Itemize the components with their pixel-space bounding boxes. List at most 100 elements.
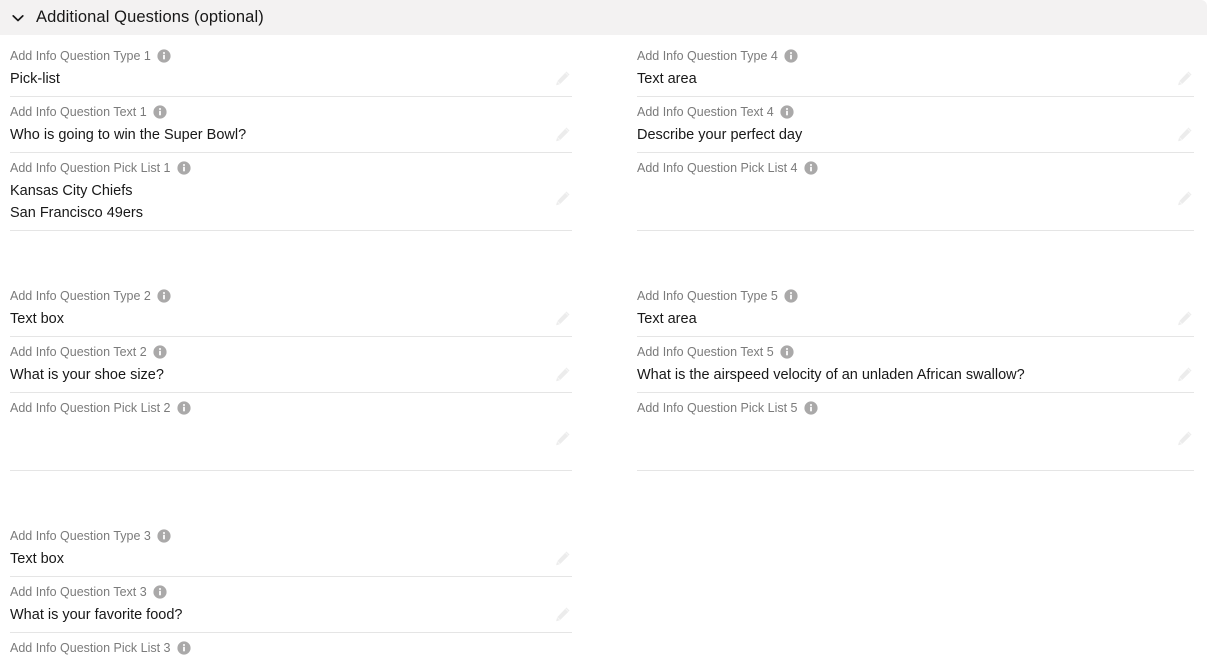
form-body: Add Info Question Type 1 Pick-list Add Inf… bbox=[0, 35, 1207, 670]
field-label-row: Add Info Question Pick List 5 bbox=[637, 400, 1194, 416]
field-row: Add Info Question Text 2 What is your sho… bbox=[10, 337, 572, 393]
field-label-row: Add Info Question Pick List 4 bbox=[637, 160, 1194, 176]
question-group: Add Info Question Type 1 Pick-list Add Inf… bbox=[10, 41, 572, 231]
field-label-row: Add Info Question Text 5 bbox=[637, 344, 1194, 360]
field-value-line: Pick-list bbox=[10, 71, 60, 87]
field-row: Add Info Question Pick List 4 bbox=[637, 153, 1194, 231]
field-value: What is your shoe size? bbox=[10, 364, 572, 386]
field-row: Add Info Question Type 5 Text area bbox=[637, 281, 1194, 337]
question-group: Add Info Question Type 5 Text area Add Inf… bbox=[637, 281, 1194, 471]
edit-pencil-button[interactable] bbox=[1174, 428, 1194, 448]
edit-pencil-button[interactable] bbox=[1174, 188, 1194, 208]
info-icon[interactable] bbox=[803, 401, 818, 415]
pencil-edit-icon bbox=[1175, 189, 1194, 208]
info-icon[interactable] bbox=[176, 401, 191, 415]
field-label-text: Add Info Question Text 2 bbox=[10, 345, 147, 359]
field-label-text: Add Info Question Type 1 bbox=[10, 49, 151, 63]
field-value-line: San Francisco 49ers bbox=[10, 205, 143, 221]
edit-pencil-button[interactable] bbox=[552, 604, 572, 624]
pencil-edit-icon bbox=[553, 125, 572, 144]
question-group: Add Info Question Type 2 Text box Add Info… bbox=[10, 281, 572, 471]
field-value-line: What is your shoe size? bbox=[10, 367, 164, 383]
field-value bbox=[10, 420, 572, 442]
field-value-line: What is the airspeed velocity of an unla… bbox=[637, 367, 1025, 383]
field-value-line: What is your favorite food? bbox=[10, 607, 183, 623]
edit-pencil-button[interactable] bbox=[552, 188, 572, 208]
info-icon[interactable] bbox=[157, 49, 171, 63]
field-label-text: Add Info Question Text 5 bbox=[637, 345, 774, 359]
pencil-edit-icon bbox=[1175, 69, 1194, 88]
field-label-row: Add Info Question Pick List 3 bbox=[10, 640, 572, 656]
edit-pencil-button[interactable] bbox=[552, 308, 572, 328]
field-label-row: Add Info Question Type 1 bbox=[10, 48, 572, 64]
pencil-edit-icon bbox=[553, 549, 572, 568]
field-row: Add Info Question Pick List 3 bbox=[10, 633, 572, 670]
field-label-text: Add Info Question Type 2 bbox=[10, 289, 151, 303]
edit-pencil-button[interactable] bbox=[1174, 364, 1194, 384]
info-icon[interactable] bbox=[780, 105, 794, 119]
field-value-line: Text box bbox=[10, 311, 64, 327]
additional-questions-page: Additional Questions (optional) Add Info… bbox=[0, 0, 1207, 670]
page-title: Additional Questions (optional) bbox=[36, 8, 264, 26]
field-label-text: Add Info Question Text 3 bbox=[10, 585, 147, 599]
pencil-edit-icon bbox=[553, 429, 572, 448]
field-label-row: Add Info Question Text 2 bbox=[10, 344, 572, 360]
info-icon[interactable] bbox=[176, 161, 191, 175]
field-row: Add Info Question Pick List 1 Kansas City… bbox=[10, 153, 572, 231]
edit-pencil-button[interactable] bbox=[552, 364, 572, 384]
field-value: Text area bbox=[637, 308, 1194, 330]
field-value bbox=[637, 180, 1194, 202]
field-value: Describe your perfect day bbox=[637, 124, 1194, 146]
info-icon[interactable] bbox=[157, 289, 171, 303]
chevron-down-icon[interactable] bbox=[10, 10, 26, 26]
pencil-edit-icon bbox=[1175, 429, 1194, 448]
info-icon[interactable] bbox=[780, 345, 794, 359]
field-row: Add Info Question Text 5 What is the airs… bbox=[637, 337, 1194, 393]
field-label-row: Add Info Question Type 3 bbox=[10, 528, 572, 544]
field-row: Add Info Question Pick List 5 bbox=[637, 393, 1194, 471]
info-icon[interactable] bbox=[153, 585, 167, 599]
section-header-additional-questions[interactable]: Additional Questions (optional) bbox=[0, 0, 1207, 35]
info-icon[interactable] bbox=[784, 289, 798, 303]
column-left: Add Info Question Type 1 Pick-list Add Inf… bbox=[0, 41, 603, 670]
info-icon[interactable] bbox=[153, 105, 167, 119]
info-icon[interactable] bbox=[153, 345, 167, 359]
field-value: Text box bbox=[10, 308, 572, 330]
pencil-edit-icon bbox=[553, 309, 572, 328]
field-row: Add Info Question Text 3 What is your fav… bbox=[10, 577, 572, 633]
field-label-text: Add Info Question Type 4 bbox=[637, 49, 778, 63]
info-icon[interactable] bbox=[784, 49, 798, 63]
field-value: What is your favorite food? bbox=[10, 604, 572, 626]
edit-pencil-button[interactable] bbox=[1174, 124, 1194, 144]
field-row: Add Info Question Type 4 Text area bbox=[637, 41, 1194, 97]
field-row: Add Info Question Type 1 Pick-list bbox=[10, 41, 572, 97]
pencil-edit-icon bbox=[1175, 125, 1194, 144]
field-label-row: Add Info Question Text 1 bbox=[10, 104, 572, 120]
field-label-text: Add Info Question Text 1 bbox=[10, 105, 147, 119]
field-label-row: Add Info Question Pick List 2 bbox=[10, 400, 572, 416]
info-icon[interactable] bbox=[176, 641, 191, 655]
edit-pencil-button[interactable] bbox=[552, 68, 572, 88]
field-value: What is the airspeed velocity of an unla… bbox=[637, 364, 1194, 386]
field-label-text: Add Info Question Pick List 4 bbox=[637, 161, 798, 175]
field-value-line: Text box bbox=[10, 551, 64, 567]
edit-pencil-button[interactable] bbox=[552, 548, 572, 568]
field-row: Add Info Question Type 2 Text box bbox=[10, 281, 572, 337]
edit-pencil-button[interactable] bbox=[552, 428, 572, 448]
info-icon[interactable] bbox=[157, 529, 171, 543]
field-row: Add Info Question Text 4 Describe your pe… bbox=[637, 97, 1194, 153]
field-label-text: Add Info Question Type 5 bbox=[637, 289, 778, 303]
pencil-edit-icon bbox=[1175, 365, 1194, 384]
pencil-edit-icon bbox=[1175, 309, 1194, 328]
pencil-edit-icon bbox=[553, 69, 572, 88]
field-value-line: Who is going to win the Super Bowl? bbox=[10, 127, 247, 143]
field-label-text: Add Info Question Pick List 3 bbox=[10, 641, 171, 655]
pencil-edit-icon bbox=[553, 605, 572, 624]
field-value: Kansas City Chiefs San Francisco 49ers bbox=[10, 180, 572, 224]
edit-pencil-button[interactable] bbox=[1174, 68, 1194, 88]
info-icon[interactable] bbox=[803, 161, 818, 175]
field-label-row: Add Info Question Text 4 bbox=[637, 104, 1194, 120]
column-right: Add Info Question Type 4 Text area Add Inf… bbox=[603, 41, 1206, 670]
edit-pencil-button[interactable] bbox=[1174, 308, 1194, 328]
edit-pencil-button[interactable] bbox=[552, 124, 572, 144]
